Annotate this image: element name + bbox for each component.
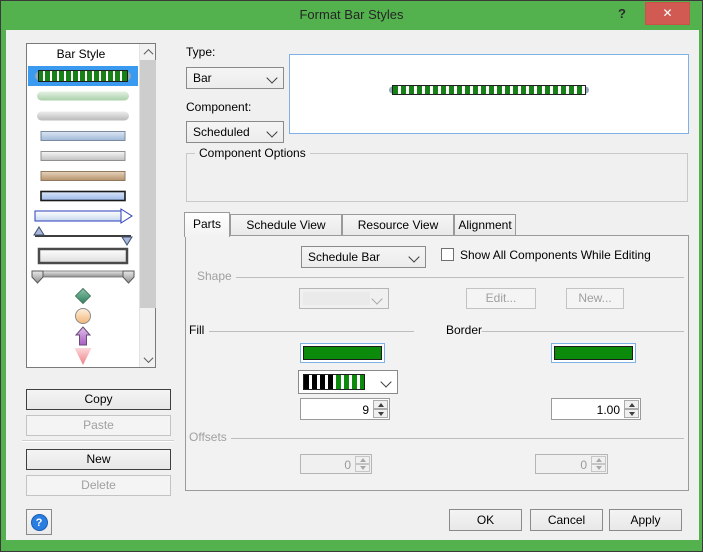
offsets-horizontal-spinner: 0	[535, 454, 608, 474]
format-bar-styles-dialog: Format Bar Styles ? ✕ Bar Style Copy Pas…	[0, 0, 703, 552]
chevron-down-icon	[371, 293, 382, 304]
component-combobox[interactable]: Scheduled	[186, 121, 284, 143]
show-all-components-checkbox[interactable]	[441, 248, 454, 261]
pattern-swatch-image	[303, 374, 365, 390]
spin-up-icon	[591, 456, 606, 464]
help-button[interactable]: ?	[26, 509, 52, 535]
border-section-divider	[482, 331, 684, 332]
cancel-button[interactable]: Cancel	[530, 509, 603, 531]
bar-style-blue[interactable]	[28, 126, 138, 146]
spin-up-icon[interactable]	[624, 400, 639, 409]
dialog-title: Format Bar Styles	[1, 7, 702, 22]
border-size-spinner[interactable]: 1.00	[551, 398, 641, 420]
fill-section-divider	[209, 331, 414, 332]
spin-up-icon[interactable]	[373, 400, 388, 409]
copy-button[interactable]: Copy	[26, 389, 171, 410]
dialog-body: Bar Style Copy Paste New Delete Type: Ba…	[6, 30, 699, 540]
tab-alignment[interactable]: Alignment	[454, 214, 516, 236]
side-buttons-divider	[22, 440, 174, 441]
bar-style-scheduled-striped[interactable]	[28, 66, 138, 86]
bar-style-line-with-triangles[interactable]	[28, 226, 138, 246]
spin-down-icon[interactable]	[373, 409, 388, 418]
bar-style-arrow-up[interactable]	[28, 326, 138, 346]
border-section-label: Border	[446, 323, 482, 337]
bar-style-rounded-green[interactable]	[28, 86, 138, 106]
offsets-section-label: Offsets	[189, 430, 227, 444]
border-color-swatch[interactable]	[551, 343, 636, 363]
component-options-label: Component Options	[195, 146, 310, 160]
parts-tab-panel	[185, 235, 689, 491]
new-style-button[interactable]: New	[26, 449, 171, 470]
tab-schedule-view-labels[interactable]: Schedule View Labels	[230, 214, 342, 236]
type-combobox[interactable]: Bar	[186, 67, 284, 89]
preview-bar-image	[389, 85, 589, 95]
offsets-horizontal-value: 0	[580, 458, 587, 472]
fill-pattern-combobox[interactable]	[298, 370, 398, 394]
tab-resource-view-labels[interactable]: Resource View Labels	[342, 214, 454, 236]
part-to-edit-combobox[interactable]: Schedule Bar	[301, 246, 426, 268]
show-all-components-label: Show All Components While Editing	[460, 248, 651, 262]
delete-button: Delete	[26, 475, 171, 496]
bar-preview-panel	[289, 54, 689, 134]
fill-size-spinner[interactable]: 9	[300, 398, 390, 420]
shape-section-label: Shape	[197, 269, 232, 283]
offsets-vertical-value: 0	[344, 458, 351, 472]
bar-style-items	[28, 66, 138, 366]
scroll-down-icon[interactable]	[140, 351, 156, 367]
type-value: Bar	[193, 71, 212, 85]
component-options-group: Component Options	[186, 153, 688, 202]
bar-style-pentagon-ends[interactable]	[28, 266, 138, 286]
bar-style-arrow-right[interactable]	[28, 206, 138, 226]
bar-style-triangle-down[interactable]	[28, 346, 138, 366]
scroll-up-icon[interactable]	[140, 44, 156, 60]
chevron-down-icon	[380, 376, 391, 387]
bar-style-white-thick-border[interactable]	[28, 246, 138, 266]
spin-down-icon	[355, 464, 370, 472]
chevron-down-icon	[266, 126, 277, 137]
shape-section-divider	[236, 277, 684, 278]
fill-color-swatch[interactable]	[300, 343, 385, 363]
bar-style-blue-outlined[interactable]	[28, 186, 138, 206]
spin-up-icon	[355, 456, 370, 464]
scrollbar-thumb[interactable]	[140, 60, 156, 308]
help-icon: ?	[31, 514, 48, 531]
shape-select-combobox	[299, 288, 389, 309]
bar-style-tan[interactable]	[28, 166, 138, 186]
bar-style-rounded-gray[interactable]	[28, 106, 138, 126]
close-icon[interactable]: ✕	[645, 2, 690, 25]
apply-button[interactable]: Apply	[609, 509, 682, 531]
spin-down-icon[interactable]	[624, 409, 639, 418]
chevron-down-icon	[266, 72, 277, 83]
bar-style-diamond[interactable]	[28, 286, 138, 306]
tab-parts[interactable]: Parts	[184, 212, 230, 237]
titlebar-help-icon[interactable]: ?	[614, 6, 630, 21]
ok-button[interactable]: OK	[449, 509, 522, 531]
bar-style-list-header: Bar Style	[27, 47, 135, 61]
component-label: Component:	[186, 100, 251, 114]
title-bar[interactable]: Format Bar Styles ? ✕	[1, 1, 702, 30]
bar-style-listbox[interactable]: Bar Style	[26, 43, 156, 368]
paste-button: Paste	[26, 415, 171, 436]
chevron-down-icon	[408, 251, 419, 262]
part-to-edit-value: Schedule Bar	[308, 250, 380, 264]
list-scrollbar[interactable]	[139, 44, 155, 367]
bar-style-circle[interactable]	[28, 306, 138, 326]
component-value: Scheduled	[193, 125, 250, 139]
offsets-section-divider	[231, 438, 684, 439]
shape-edit-button: Edit...	[466, 288, 536, 309]
border-size-value: 1.00	[597, 403, 620, 417]
fill-size-value: 9	[362, 403, 369, 417]
bar-style-silver[interactable]	[28, 146, 138, 166]
spin-down-icon	[591, 464, 606, 472]
offsets-vertical-spinner: 0	[300, 454, 372, 474]
type-label: Type:	[186, 45, 215, 59]
shape-new-button: New...	[566, 288, 624, 309]
fill-section-label: Fill	[189, 323, 204, 337]
